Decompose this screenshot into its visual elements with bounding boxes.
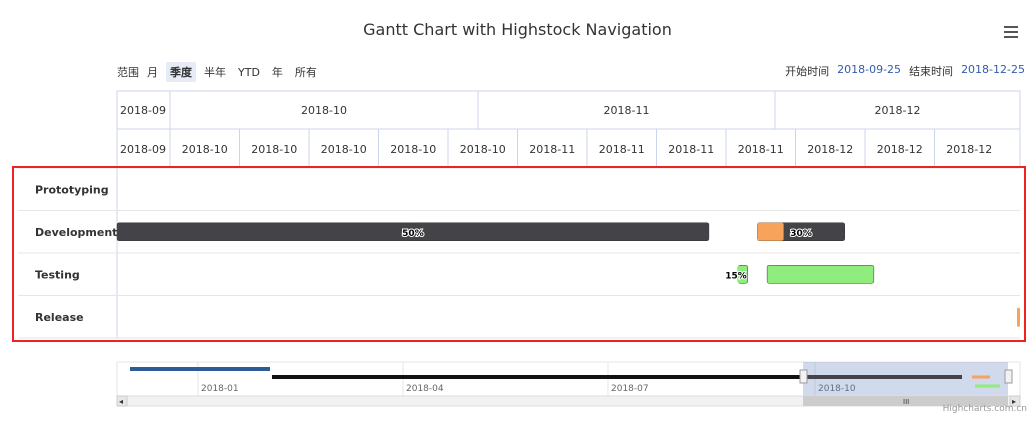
- task-progress: [117, 222, 413, 241]
- navigator-handle-right[interactable]: [1004, 369, 1013, 384]
- task-label: 50%: [402, 229, 424, 239]
- scrollbar-left-icon: ◂: [119, 397, 123, 406]
- navigator-tick-label: 2018-07: [611, 384, 649, 394]
- top-axis-label: 2018-11: [604, 104, 650, 117]
- task-bar: [766, 265, 875, 284]
- category-label: Release: [35, 311, 84, 324]
- top-axis-label: 2018-10: [301, 104, 347, 117]
- task-label: 30%: [790, 229, 812, 239]
- bottom-axis-label: 2018-12: [807, 143, 853, 156]
- bottom-axis-label: 2018-10: [321, 143, 367, 156]
- category-label: Prototyping: [35, 183, 109, 196]
- bottom-axis-label: 2018-10: [251, 143, 297, 156]
- task-label: 15%: [725, 271, 747, 281]
- navigator-handle-left[interactable]: [799, 369, 808, 384]
- navigator-tick-label: 2018-04: [406, 384, 444, 394]
- scrollbar-grip-icon: III: [903, 398, 909, 406]
- category-label: Testing: [35, 268, 80, 281]
- top-axis-label: 2018-12: [875, 104, 921, 117]
- bottom-axis-label: 2018-10: [182, 143, 228, 156]
- bottom-axis-label: 2018-11: [738, 143, 784, 156]
- milestone-marker: [1017, 307, 1020, 327]
- bottom-axis-label: 2018-11: [529, 143, 575, 156]
- gantt-chart: 2018-09 2018-10 2018-11 2018-12 2018-09 2018-…: [18, 90, 1021, 407]
- bottom-axis-label: 2018-12: [877, 143, 923, 156]
- bottom-axis-label: 2018-10: [460, 143, 506, 156]
- category-label: Development: [35, 226, 117, 239]
- bottom-axis-label: 2018-09: [120, 143, 166, 156]
- credits[interactable]: Highcharts.com.cn: [943, 404, 1027, 414]
- top-axis-label: 2018-09: [120, 104, 166, 117]
- bottom-axis-label: 2018-10: [390, 143, 436, 156]
- navigator-tick-label: 2018-01: [201, 384, 239, 394]
- bottom-axis-label: 2018-12: [946, 143, 992, 156]
- bottom-axis-label: 2018-11: [668, 143, 714, 156]
- bottom-axis-label: 2018-11: [599, 143, 645, 156]
- task-progress: [757, 222, 784, 241]
